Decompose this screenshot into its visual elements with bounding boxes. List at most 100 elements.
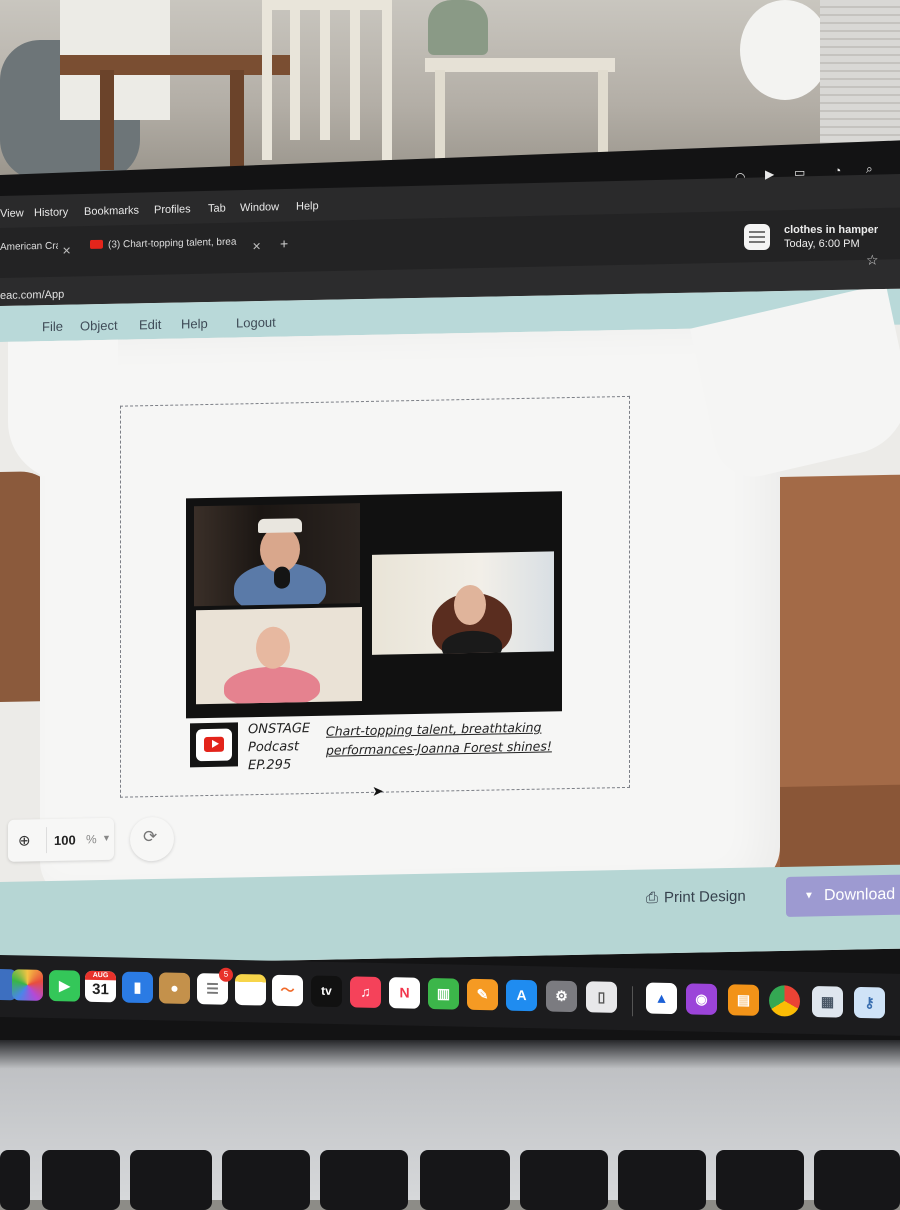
youtube-logo-card bbox=[196, 728, 232, 762]
pages-icon[interactable]: ✎ bbox=[467, 978, 498, 1011]
app-menu-logout[interactable]: Logout bbox=[236, 315, 276, 331]
chair-slat bbox=[320, 10, 330, 140]
numbers-icon[interactable]: ▥ bbox=[428, 977, 459, 1010]
keyboard-key bbox=[42, 1150, 120, 1210]
zoom-control[interactable]: ⊕ 100 % ▼ bbox=[8, 817, 114, 862]
model-skin bbox=[780, 784, 900, 878]
books-icon[interactable]: ▤ bbox=[728, 984, 759, 1016]
window-blind bbox=[820, 0, 900, 150]
reminders-badge: 5 bbox=[219, 967, 233, 982]
notes-icon[interactable] bbox=[235, 973, 266, 1006]
guest-face bbox=[256, 626, 290, 670]
design-canvas[interactable]: ONSTAGE Podcast EP.295 Chart-topping tal… bbox=[0, 288, 900, 902]
keyboard-key bbox=[420, 1150, 510, 1210]
podcast-screenshot-image[interactable] bbox=[186, 491, 562, 719]
video-tile-guest bbox=[196, 607, 362, 705]
video-tile-host bbox=[194, 503, 360, 607]
menu-window[interactable]: Window bbox=[240, 201, 279, 214]
tab-label: (3) Chart-topping talent, brea bbox=[108, 236, 237, 251]
guest-sweater bbox=[224, 665, 320, 705]
keyboard-key bbox=[130, 1150, 212, 1210]
mouse-cursor-icon: ➤ bbox=[372, 782, 384, 799]
app-menu-object[interactable]: Object bbox=[80, 318, 118, 334]
menu-tab[interactable]: Tab bbox=[208, 202, 226, 214]
console-table bbox=[425, 58, 615, 72]
dining-table bbox=[60, 55, 290, 75]
print-label: Print Design bbox=[664, 887, 746, 907]
wifi-icon[interactable]: ◔ bbox=[834, 163, 841, 177]
keyboard-key bbox=[520, 1150, 608, 1210]
app-menu-help[interactable]: Help bbox=[181, 316, 208, 332]
keychain-icon[interactable]: ⚷ bbox=[854, 986, 885, 1019]
menu-history[interactable]: History bbox=[34, 206, 68, 219]
keyboard-key bbox=[814, 1150, 900, 1210]
bookmark-star-icon[interactable]: ☆ bbox=[866, 252, 879, 269]
refresh-icon: ⟳ bbox=[143, 826, 158, 847]
tab-youtube[interactable]: (3) Chart-topping talent, brea bbox=[90, 237, 242, 264]
menu-bookmarks[interactable]: Bookmarks bbox=[84, 205, 139, 218]
print-design-button[interactable]: ⎙ Print Design bbox=[646, 888, 746, 907]
video-tile-singer bbox=[372, 551, 554, 655]
news-icon[interactable]: N bbox=[389, 977, 420, 1009]
iphone-mirroring-icon[interactable]: ▯ bbox=[586, 981, 617, 1013]
close-icon[interactable]: ✕ bbox=[252, 240, 261, 253]
table-leg bbox=[230, 70, 244, 170]
episode-line-number: EP.295 bbox=[248, 757, 292, 774]
chrome-icon[interactable] bbox=[769, 985, 800, 1017]
tab-american-craft[interactable]: American Craft bbox=[0, 241, 58, 266]
printer-icon: ⎙ bbox=[646, 889, 659, 907]
calendar-icon[interactable]: AUG 31 bbox=[85, 970, 116, 1003]
youtube-logo-graphic[interactable] bbox=[190, 722, 238, 768]
download-button[interactable]: ▼ Download bbox=[786, 874, 900, 917]
caption-text[interactable]: Chart-topping talent, breathtaking perfo… bbox=[326, 717, 556, 759]
download-label: Download bbox=[824, 885, 896, 905]
play-icon[interactable]: ▶ bbox=[765, 167, 774, 181]
url-text[interactable]: eac.com/App bbox=[0, 289, 64, 302]
console-leg bbox=[435, 70, 445, 160]
plant bbox=[428, 0, 488, 55]
new-tab-icon[interactable]: + bbox=[280, 235, 288, 251]
close-icon[interactable]: ✕ bbox=[62, 244, 71, 257]
keyboard-key bbox=[320, 1150, 408, 1210]
facetime-icon[interactable]: ▶ bbox=[49, 970, 80, 1002]
dock-divider bbox=[632, 986, 633, 1017]
play-icon bbox=[212, 739, 219, 748]
microphone bbox=[274, 566, 290, 589]
keyboard-key bbox=[222, 1150, 310, 1210]
nordvpn-icon[interactable]: ▲ bbox=[646, 982, 677, 1015]
system-settings-icon[interactable]: ⚙ bbox=[546, 980, 577, 1013]
contacts-icon[interactable]: ● bbox=[159, 972, 190, 1004]
apple-tv-icon[interactable]: tv bbox=[311, 975, 342, 1008]
zoom-unit: % bbox=[86, 832, 97, 847]
search-icon[interactable]: ⌕ bbox=[866, 162, 873, 177]
tab-label: American Craft bbox=[0, 240, 58, 253]
battery-icon[interactable]: ▭ bbox=[794, 165, 805, 179]
episode-line-show: ONSTAGE bbox=[248, 721, 311, 738]
zoom-value[interactable]: 100 bbox=[54, 833, 76, 848]
notification-time: Today, 6:00 PM bbox=[784, 238, 860, 250]
app-store-icon[interactable]: A bbox=[506, 979, 537, 1012]
fan bbox=[740, 0, 830, 100]
menu-profiles[interactable]: Profiles bbox=[154, 203, 191, 216]
chevron-down-icon[interactable]: ▼ bbox=[102, 833, 111, 843]
console-leg bbox=[598, 70, 608, 160]
zoom-in-icon[interactable]: ⊕ bbox=[18, 831, 31, 849]
keyboard-key bbox=[716, 1150, 804, 1210]
podcasts-icon[interactable]: ◉ bbox=[686, 983, 717, 1016]
music-icon[interactable]: ♫ bbox=[350, 976, 381, 1008]
menu-help[interactable]: Help bbox=[296, 200, 319, 213]
menu-view[interactable]: View bbox=[0, 207, 24, 220]
photos-icon[interactable] bbox=[12, 969, 43, 1001]
app-menu-file[interactable]: File bbox=[42, 319, 63, 334]
app-menu-edit[interactable]: Edit bbox=[139, 317, 161, 332]
divider bbox=[46, 827, 47, 854]
episode-text[interactable]: ONSTAGE Podcast EP.295 bbox=[248, 720, 310, 775]
airdrop-icon[interactable]: ◠ bbox=[735, 170, 745, 184]
table-leg bbox=[100, 70, 114, 170]
freeform-icon[interactable]: 〜 bbox=[272, 974, 303, 1007]
tshirt-sleeve-left bbox=[8, 339, 118, 482]
preview-icon[interactable]: ▦ bbox=[812, 986, 843, 1018]
keynote-icon[interactable]: ▮ bbox=[122, 971, 153, 1004]
keyboard-key bbox=[618, 1150, 706, 1210]
youtube-icon bbox=[90, 239, 103, 249]
